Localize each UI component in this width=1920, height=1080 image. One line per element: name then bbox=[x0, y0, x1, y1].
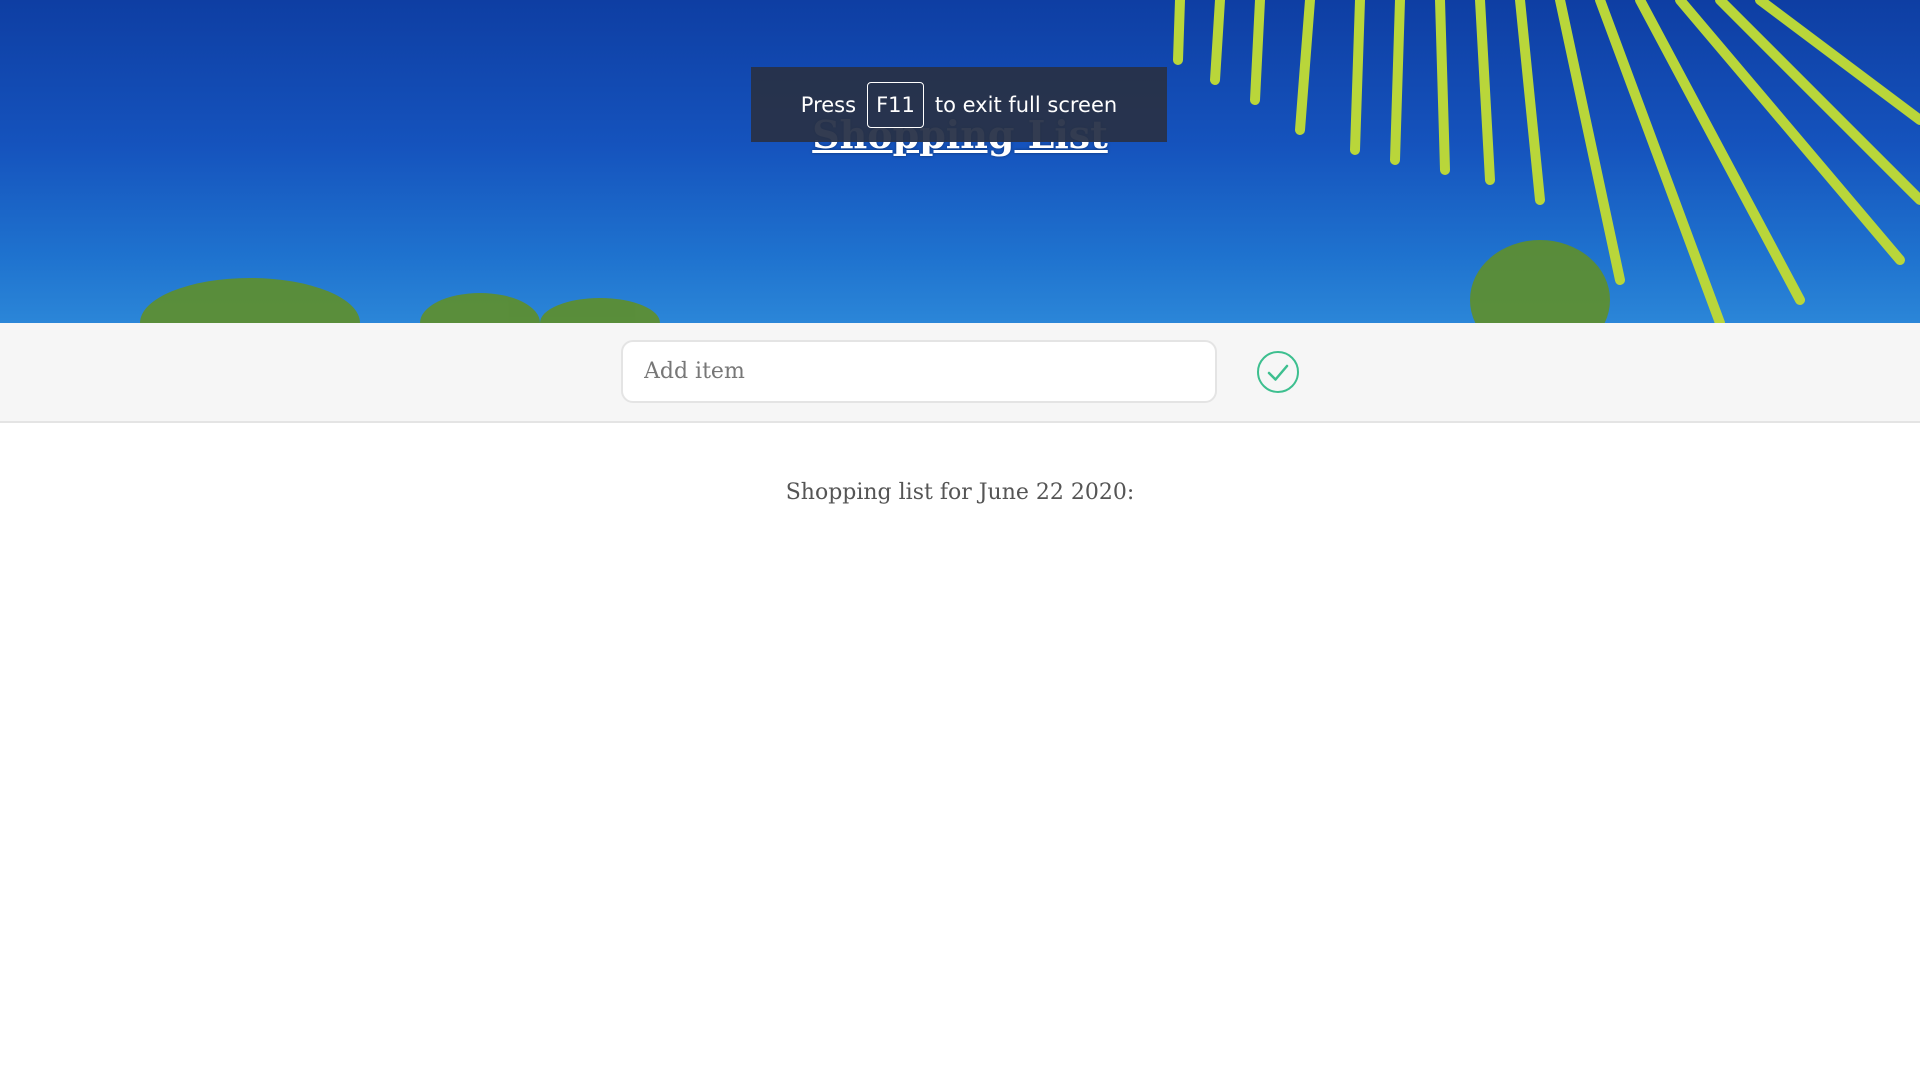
palm-background-image bbox=[140, 0, 1920, 323]
header-banner: Shopping List bbox=[0, 0, 1920, 323]
add-item-bar bbox=[0, 323, 1920, 423]
check-circle-icon[interactable] bbox=[1256, 350, 1300, 394]
notice-suffix: to exit full screen bbox=[934, 92, 1118, 117]
list-heading: Shopping list for June 22 2020: bbox=[785, 480, 1135, 505]
f11-key: F11 bbox=[867, 81, 924, 128]
fullscreen-notice: Press F11 to exit full screen bbox=[751, 67, 1167, 142]
notice-prefix: Press bbox=[800, 92, 857, 117]
add-item-input[interactable] bbox=[621, 340, 1217, 403]
